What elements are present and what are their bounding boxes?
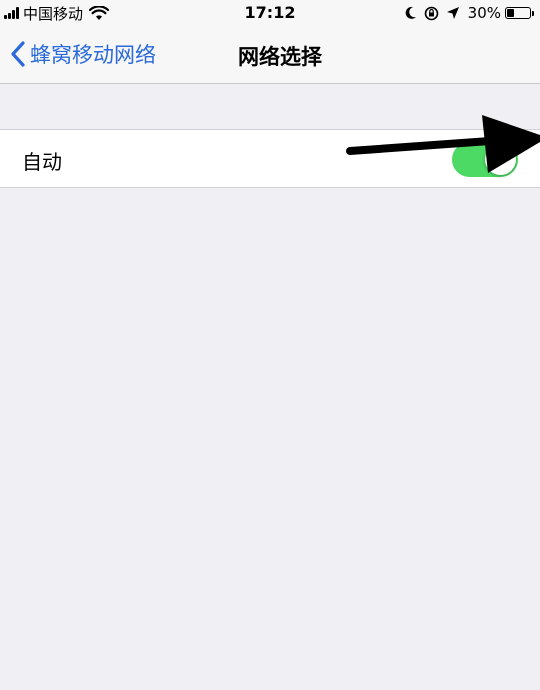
battery-fill	[507, 9, 515, 17]
status-right: 30%	[397, 3, 534, 23]
battery-tip	[532, 10, 534, 16]
network-selection-screen: 中国移动 17:12 30% 蜂窝移动网络 网络选择 自动	[0, 0, 540, 690]
navigation-bar: 蜂窝移动网络 网络选择	[0, 26, 540, 84]
page-title: 网络选择	[238, 45, 322, 69]
location-icon	[446, 7, 459, 19]
automatic-label: 自动	[22, 150, 62, 174]
battery-icon	[505, 7, 531, 19]
battery-percent: 30%	[467, 4, 501, 22]
annotation-arrow-icon	[346, 115, 540, 173]
moon-icon	[405, 6, 416, 19]
status-bar: 中国移动 17:12 30%	[0, 0, 540, 26]
rotation-lock-icon	[424, 6, 438, 20]
